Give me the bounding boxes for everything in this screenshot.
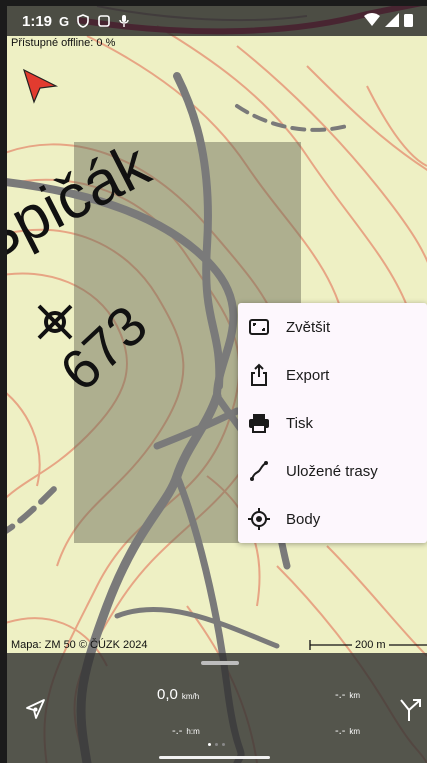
menu-item-zvetsit[interactable]: Zvětšit: [238, 303, 427, 351]
gesture-bar[interactable]: [159, 756, 270, 759]
distance-remaining-unit: km: [349, 727, 361, 736]
map-view[interactable]: 1:19 G Přístupné offline: 0 % Špičák 673…: [7, 6, 427, 763]
page-dot: [222, 743, 225, 746]
speed-readout: 0,0 km/h: [157, 686, 199, 703]
menu-item-body[interactable]: Body: [238, 495, 427, 543]
distance-remaining-readout: -.- km: [335, 725, 360, 737]
time-readout: -.- h:m: [172, 725, 200, 737]
drag-handle[interactable]: [201, 661, 239, 665]
menu-item-label: Tisk: [286, 414, 313, 432]
menu-item-ulozene-trasy[interactable]: Uložené trasy: [238, 447, 427, 495]
directions-icon[interactable]: [397, 697, 423, 723]
google-icon: G: [59, 13, 70, 29]
print-icon: [249, 414, 269, 433]
mic-icon: [119, 15, 129, 27]
screen: 1:19 G Přístupné offline: 0 % Špičák 673…: [0, 0, 427, 763]
page-dot: [208, 743, 211, 746]
map-attribution: Mapa: ZM 50 © ČÚZK 2024: [11, 639, 148, 651]
menu-item-tisk[interactable]: Tisk: [238, 399, 427, 447]
speed-unit: km/h: [181, 692, 200, 701]
offline-status: Přístupné offline: 0 %: [11, 37, 116, 49]
distance-unit: km: [349, 691, 361, 700]
fullscreen-icon: [249, 319, 269, 335]
route-icon: [250, 461, 268, 481]
share-icon: [251, 363, 267, 386]
signal-icon: [385, 13, 399, 27]
menu-item-label: Zvětšit: [286, 318, 331, 336]
distance-remaining-value: -.-: [335, 725, 346, 737]
scale-bar: 200 m: [309, 637, 427, 653]
time-value: -.-: [172, 725, 183, 737]
status-bar: 1:19 G: [7, 6, 427, 36]
battery-icon: [404, 14, 413, 27]
wifi-icon: [364, 13, 380, 26]
page-indicator: [208, 743, 225, 746]
menu-item-export[interactable]: Export: [238, 351, 427, 399]
context-menu: Zvětšit Export Tisk Uložené trasy Body: [238, 303, 427, 543]
menu-item-label: Uložené trasy: [286, 462, 378, 480]
distance-readout: -.- km: [335, 689, 360, 701]
status-time: 1:19: [22, 12, 53, 30]
page-dot: [215, 743, 218, 746]
location-arrow-icon[interactable]: [20, 66, 60, 106]
speed-value: 0,0: [157, 686, 178, 703]
shield-icon: [77, 14, 89, 28]
menu-item-label: Body: [286, 510, 321, 528]
menu-item-label: Export: [286, 366, 330, 384]
distance-value: -.-: [335, 689, 346, 701]
bottom-sheet[interactable]: 0,0 km/h -.- km -.- h:m -.- km: [7, 653, 427, 763]
square-icon: [98, 15, 110, 27]
crosshair-icon: [248, 508, 270, 530]
scale-label: 200 m: [352, 639, 389, 651]
compass-icon[interactable]: [24, 697, 48, 721]
time-unit: h:m: [186, 727, 200, 736]
